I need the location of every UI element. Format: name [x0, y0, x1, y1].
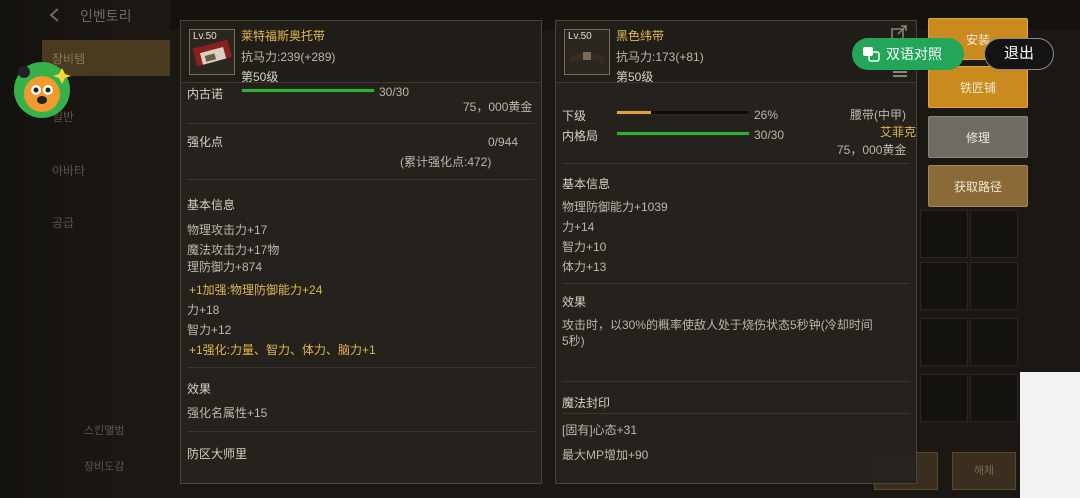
durability-bar-fill — [617, 132, 749, 135]
basic-stat: 物理攻击力+17 — [187, 223, 268, 237]
durability-bar — [241, 88, 375, 93]
durability-value: 30/30 — [754, 128, 785, 142]
dismantle-all-button[interactable]: 해체 — [952, 452, 1016, 490]
item-name: 莱特福斯奥托带 — [241, 29, 326, 43]
basic-info-title: 基本信息 — [187, 198, 236, 212]
seal-stat: [固有]心态+31 — [562, 423, 638, 437]
effect-text: 攻击时，以30%的概率使敌人处于烧伤状态5秒钟(冷却时间 — [562, 318, 873, 332]
belt-icon — [192, 39, 232, 67]
equipment-codex-link[interactable]: 장비도감 — [84, 458, 124, 474]
obtain-path-button[interactable]: 获取路径 — [928, 165, 1028, 207]
rank-bar — [616, 110, 750, 115]
magic-seal-title: 魔法封印 — [562, 396, 611, 410]
basic-stat: 智力+12 — [187, 323, 232, 337]
inventory-slot[interactable] — [970, 210, 1018, 258]
divider — [187, 431, 535, 432]
item-thumbnail: Lv.50 — [564, 29, 610, 75]
basic-stat: 力+18 — [187, 303, 220, 317]
durability-bar-fill — [242, 89, 374, 92]
blacksmith-button[interactable]: 铁匠铺 — [928, 66, 1028, 108]
basic-stat: 力+14 — [562, 220, 595, 234]
divider — [562, 381, 910, 382]
bonus-stat: +1强化:力量、智力、体力、脑力+1 — [189, 343, 376, 357]
set-title: 防区大师里 — [187, 447, 248, 461]
divider — [187, 367, 535, 368]
bilingual-toggle[interactable]: 双语对照 — [852, 38, 964, 70]
durability-label: 内古诺 — [187, 87, 224, 101]
effect-title: 效果 — [187, 382, 212, 396]
mascot-avatar-icon[interactable] — [10, 56, 74, 120]
effect-title: 效果 — [562, 295, 587, 309]
divider — [187, 179, 535, 180]
item-name: 黑色纬带 — [616, 29, 665, 43]
item-grade: 第50级 — [241, 70, 279, 84]
basic-stat: 体力+13 — [562, 260, 607, 274]
basic-info-title: 基本信息 — [562, 177, 611, 191]
durability-bar — [616, 131, 750, 136]
inventory-slot[interactable] — [970, 262, 1018, 310]
enhance-value: 0/944 — [488, 135, 519, 149]
skin-album-link[interactable]: 스킨앨범 — [84, 422, 124, 438]
enhance-label: 强化点 — [187, 135, 224, 149]
divider — [562, 163, 910, 164]
basic-stat: 魔法攻击力+17物 — [187, 243, 280, 257]
inventory-slot[interactable] — [970, 374, 1018, 422]
blank-area — [1020, 372, 1080, 498]
inventory-slot[interactable] — [970, 318, 1018, 366]
item-resistance: 抗马力:239(+289) — [241, 50, 336, 64]
effect-text: 5秒) — [562, 334, 585, 348]
divider — [562, 283, 910, 284]
effect-text: 强化名属性+15 — [187, 406, 268, 420]
basic-stat: 理防御力+874 — [187, 260, 263, 274]
durability-value: 30/30 — [379, 85, 410, 99]
inventory-slot[interactable] — [920, 318, 968, 366]
item-price: 75，000黄金 — [837, 143, 907, 157]
item-grade: 第50级 — [616, 70, 654, 84]
item-price: 75，000黄金 — [463, 100, 533, 114]
item-thumbnail: Lv.50 — [189, 29, 235, 75]
inventory-slot[interactable] — [920, 262, 968, 310]
rank-label: 下级 — [562, 109, 587, 123]
left-tab-supply[interactable]: 공급 — [42, 204, 170, 240]
bonus-stat: +1加强:物理防御能力+24 — [189, 283, 323, 297]
rank-bar-fill — [617, 111, 652, 114]
repair-button[interactable]: 修理 — [928, 116, 1028, 158]
left-tab-avatar[interactable]: 아바타 — [42, 152, 170, 188]
inventory-slot[interactable] — [920, 210, 968, 258]
divider — [187, 123, 535, 124]
enhance-total: (累计强化点:472) — [400, 155, 492, 169]
bilingual-label: 双语对照 — [886, 46, 942, 62]
basic-stat: 物理防御能力+1039 — [562, 200, 668, 214]
basic-stat: 智力+10 — [562, 240, 607, 254]
back-arrow-icon[interactable] — [48, 8, 62, 22]
rank-percent: 26% — [754, 108, 779, 122]
belt-icon — [569, 52, 605, 64]
translate-icon — [863, 47, 880, 62]
maker-name: 艾菲克 — [880, 125, 917, 139]
divider — [562, 413, 910, 414]
inventory-slot[interactable] — [920, 374, 968, 422]
item-header: Lv.50 莱特福斯奥托带 抗马力:239(+289) 第50级 — [181, 21, 541, 84]
durability-label: 内格局 — [562, 129, 599, 143]
item-tooltip-compare: Lv.50 黑色纬带 抗马力:173(+81) 第50级 下级 26% 腰带(中… — [555, 20, 917, 484]
inventory-title: 인벤토리 — [80, 8, 132, 24]
item-tooltip-equipped: Lv.50 莱特福斯奥托带 抗马力:239(+289) 第50级 内古诺 30/… — [180, 20, 542, 484]
seal-stat: 最大MP增加+90 — [562, 448, 649, 462]
slot-type: 腰带(中甲) — [850, 108, 906, 122]
exit-button[interactable]: 退出 — [984, 38, 1054, 70]
item-resistance: 抗马力:173(+81) — [616, 50, 704, 64]
